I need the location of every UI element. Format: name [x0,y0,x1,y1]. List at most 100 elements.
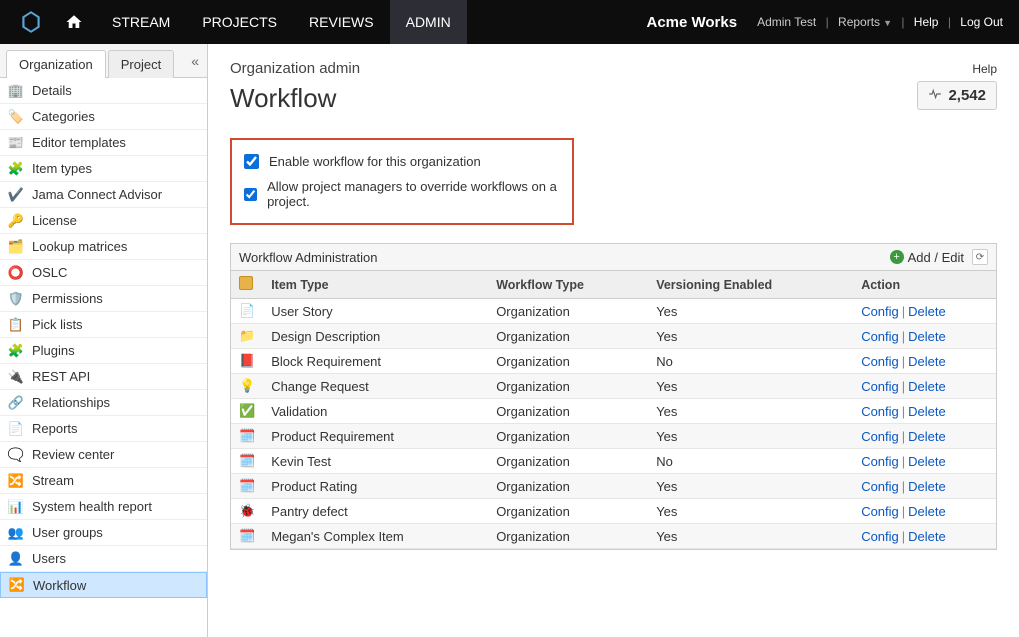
system-health-report-icon: 📊 [8,499,24,515]
sidebar-item-label: Reports [32,421,78,436]
col-workflow-type[interactable]: Workflow Type [488,271,648,299]
sidebar-item-permissions[interactable]: 🛡️Permissions [0,286,207,312]
workflow-type: Organization [488,399,648,424]
delete-link[interactable]: Delete [908,429,946,444]
sidebar-item-relationships[interactable]: 🔗Relationships [0,390,207,416]
page-title: Workflow [230,83,336,114]
org-name: Acme Works [646,14,757,31]
sidebar-item-label: Users [32,551,66,566]
sidebar-item-review-center[interactable]: 🗨️Review center [0,442,207,468]
versioning-enabled: Yes [648,524,853,549]
sidebar-item-label: Jama Connect Advisor [32,187,162,202]
config-link[interactable]: Config [861,329,899,344]
refresh-icon[interactable]: ⟳ [972,249,988,265]
sidebar-item-label: Permissions [32,291,103,306]
enable-workflow-row[interactable]: Enable workflow for this organization [244,154,560,169]
sidebar-item-oslc[interactable]: ⭕OSLC [0,260,207,286]
delete-link[interactable]: Delete [908,379,946,394]
delete-link[interactable]: Delete [908,329,946,344]
logout-link[interactable]: Log Out [960,15,1003,29]
sidebar-item-plugins[interactable]: 🧩Plugins [0,338,207,364]
delete-link[interactable]: Delete [908,529,946,544]
col-action[interactable]: Action [853,271,996,299]
delete-link[interactable]: Delete [908,404,946,419]
tab-project[interactable]: Project [108,50,174,78]
row-actions: Config|Delete [853,424,996,449]
sidebar-item-system-health-report[interactable]: 📊System health report [0,494,207,520]
config-link[interactable]: Config [861,529,899,544]
allow-override-checkbox[interactable] [244,187,257,202]
item-type-icon: 🐞 [231,499,263,524]
home-icon[interactable] [52,0,96,44]
config-link[interactable]: Config [861,304,899,319]
users-icon: 👤 [8,551,24,567]
sidebar-item-label: Details [32,83,72,98]
sidebar-item-label: Categories [32,109,95,124]
sidebar-item-user-groups[interactable]: 👥User groups [0,520,207,546]
config-link[interactable]: Config [861,404,899,419]
sidebar-item-editor-templates[interactable]: 📰Editor templates [0,130,207,156]
add-edit-button[interactable]: + Add / Edit [890,250,964,265]
sidebar-item-details[interactable]: 🏢 Details [0,78,207,104]
delete-link[interactable]: Delete [908,354,946,369]
sidebar-item-item-types[interactable]: 🧩Item types [0,156,207,182]
user-name[interactable]: Admin Test [757,15,816,29]
user-groups-icon: 👥 [8,525,24,541]
item-types-icon: 🧩 [8,161,24,177]
item-name: Pantry defect [263,499,488,524]
breadcrumb: Organization admin [230,60,360,77]
tab-organization[interactable]: Organization [6,50,106,78]
sidebar-item-jama-connect-advisor[interactable]: ✔️ Jama Connect Advisor [0,182,207,208]
versioning-enabled: Yes [648,374,853,399]
sidebar-item-workflow[interactable]: 🔀Workflow [0,572,207,598]
sidebar-item-stream[interactable]: 🔀Stream [0,468,207,494]
reports-icon: 📄 [8,421,24,437]
app-logo[interactable] [10,0,52,44]
row-actions: Config|Delete [853,399,996,424]
sidebar-item-lookup-matrices[interactable]: 🗂️Lookup matrices [0,234,207,260]
help-link[interactable]: Help [914,15,939,29]
sidebar-item-rest-api[interactable]: 🔌REST API [0,364,207,390]
col-item-type[interactable]: Item Type [263,271,488,299]
config-link[interactable]: Config [861,429,899,444]
col-versioning[interactable]: Versioning Enabled [648,271,853,299]
counter-badge[interactable]: 2,542 [917,81,997,110]
versioning-enabled: Yes [648,299,853,324]
sidebar-item-reports[interactable]: 📄 Reports [0,416,207,442]
config-link[interactable]: Config [861,354,899,369]
collapse-sidebar-icon[interactable]: « [191,53,199,69]
nav-projects[interactable]: PROJECTS [186,0,293,44]
nav-admin[interactable]: ADMIN [390,0,467,44]
row-actions: Config|Delete [853,374,996,399]
delete-link[interactable]: Delete [908,454,946,469]
config-link[interactable]: Config [861,454,899,469]
rest-api-icon: 🔌 [8,369,24,385]
table-row: 🗓️Kevin TestOrganizationNoConfig|Delete [231,449,996,474]
table-row: 🗓️Product RequirementOrganizationYesConf… [231,424,996,449]
details-icon: 🏢 [8,83,24,99]
sidebar-item-pick-lists[interactable]: 📋Pick lists [0,312,207,338]
table-row: 💡Change RequestOrganizationYesConfig|Del… [231,374,996,399]
delete-link[interactable]: Delete [908,504,946,519]
sidebar-item-categories[interactable]: 🏷️Categories [0,104,207,130]
sidebar-item-users[interactable]: 👤 Users [0,546,207,572]
reports-link[interactable]: Reports▼ [838,15,892,29]
item-type-icon: 💡 [231,374,263,399]
config-link[interactable]: Config [861,504,899,519]
sidebar-tabs: Organization Project « [0,44,207,78]
col-icon[interactable] [231,271,263,299]
help-link-main[interactable]: Help [972,62,997,76]
allow-override-row[interactable]: Allow project managers to override workf… [244,179,560,209]
jama-connect-advisor-icon: ✔️ [8,187,24,203]
main-content: Organization admin Help Workflow 2,542 E… [208,44,1019,637]
stream-icon: 🔀 [8,473,24,489]
nav-stream[interactable]: STREAM [96,0,186,44]
config-link[interactable]: Config [861,379,899,394]
nav-reviews[interactable]: REVIEWS [293,0,390,44]
delete-link[interactable]: Delete [908,304,946,319]
sidebar-item-license[interactable]: 🔑License [0,208,207,234]
enable-workflow-checkbox[interactable] [244,154,259,169]
config-link[interactable]: Config [861,479,899,494]
delete-link[interactable]: Delete [908,479,946,494]
sidebar-item-label: Editor templates [32,135,126,150]
